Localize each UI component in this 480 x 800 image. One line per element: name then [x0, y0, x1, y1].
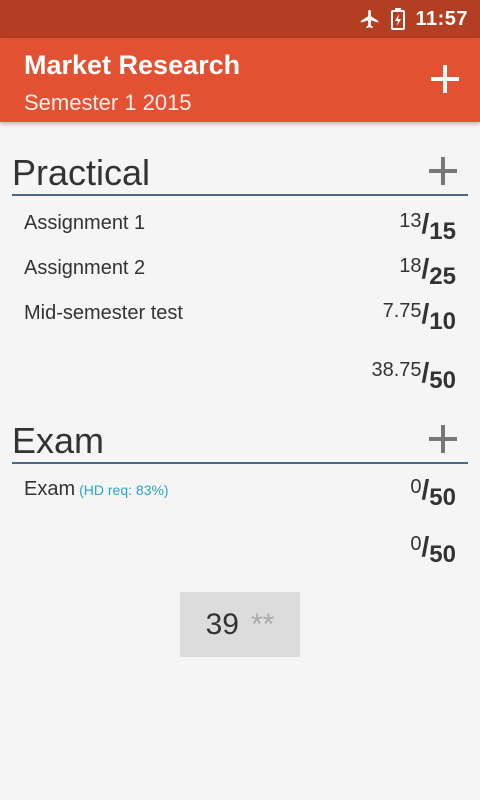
item-score: 7.75/10: [382, 298, 456, 335]
section-divider: [12, 462, 468, 464]
page-title: Market Research: [24, 50, 241, 80]
hd-requirement: (HD req: 83%): [79, 482, 169, 498]
item-label: Assignment 2: [24, 257, 146, 279]
final-grade: **: [251, 607, 275, 641]
item-score: 18/25: [399, 253, 456, 290]
practical-total: 38.75/50: [371, 357, 456, 394]
final-total-value: 39: [205, 607, 239, 641]
final-total-box: 39 **: [180, 592, 300, 657]
exam-total-row: 0/50: [12, 525, 468, 570]
section-title-practical: Practical: [12, 152, 151, 193]
practical-section: Practical Assignment 1 13/15 Assignment …: [12, 152, 468, 396]
add-exam-icon[interactable]: [428, 424, 458, 454]
add-practical-icon[interactable]: [428, 156, 458, 186]
practical-total-row: 38.75/50: [12, 351, 468, 396]
item-label: Exam (HD req: 83%): [24, 478, 169, 500]
list-item-assignment-1[interactable]: Assignment 1 13/15: [12, 202, 468, 247]
battery-charging-icon: [391, 8, 406, 30]
airplane-mode-icon: [361, 9, 379, 29]
list-item-assignment-2[interactable]: Assignment 2 18/25: [12, 247, 468, 292]
list-item-mid-semester-test[interactable]: Mid-semester test 7.75/10: [12, 292, 468, 337]
exam-total: 0/50: [410, 531, 456, 568]
item-score: 13/15: [399, 208, 456, 245]
status-bar: 11:57: [0, 0, 480, 38]
status-time: 11:57: [415, 7, 468, 30]
exam-section: Exam Exam (HD req: 83%) 0/50 0/50: [12, 420, 468, 570]
app-bar: Market Research Semester 1 2015: [0, 38, 480, 122]
item-score: 0/50: [410, 474, 456, 511]
page-subtitle: Semester 1 2015: [24, 90, 192, 115]
add-icon[interactable]: [430, 64, 460, 94]
section-divider: [12, 194, 468, 196]
section-title-exam: Exam: [12, 420, 105, 461]
item-label: Mid-semester test: [24, 302, 183, 324]
item-label: Assignment 1: [24, 212, 146, 234]
list-item-exam[interactable]: Exam (HD req: 83%) 0/50: [12, 468, 468, 513]
